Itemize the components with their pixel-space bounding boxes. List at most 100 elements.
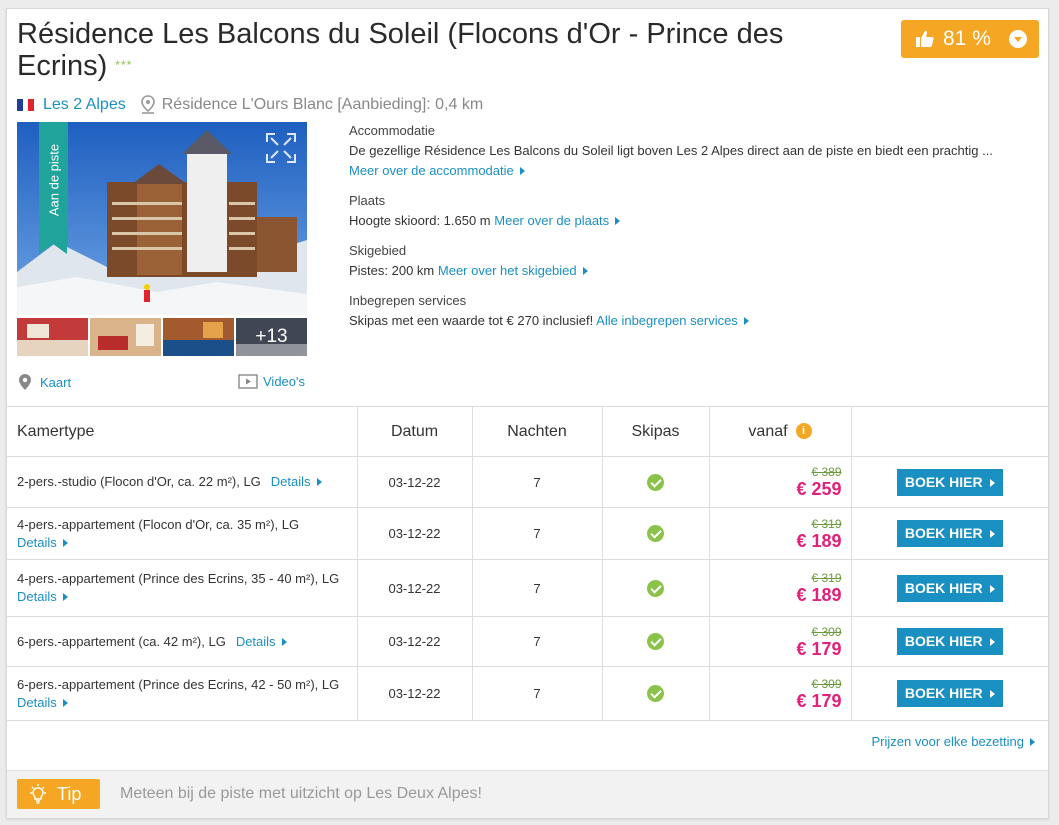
main-photo[interactable]: Aan de piste: [17, 122, 307, 315]
book-button-label[interactable]: BOEK HIER: [905, 685, 983, 701]
thumbnail-3[interactable]: [163, 318, 234, 356]
chevron-down-icon: [1009, 30, 1027, 48]
details-label[interactable]: Details: [17, 695, 57, 710]
room-type-name: 6-pers.-appartement (Prince des Ecrins, …: [17, 676, 340, 692]
fullscreen-icon[interactable]: [265, 132, 297, 164]
room-details-link[interactable]: Details: [17, 589, 68, 604]
caret-right-icon: [615, 217, 621, 225]
skipass-cell: [602, 507, 710, 560]
services-more-link[interactable]: Alle inbegrepen services: [596, 313, 738, 328]
header-from-label: vanaf: [748, 422, 788, 440]
old-price: € 309: [811, 676, 842, 691]
room-details-link[interactable]: Details: [271, 474, 322, 489]
booking-cell: BOEK HIER: [851, 559, 1048, 617]
room-type-name: 4-pers.-appartement (Flocon d'Or, ca. 35…: [17, 516, 300, 532]
services-heading: Inbegrepen services: [349, 293, 467, 308]
location-row: Les 2 Alpes Résidence L'Ours Blanc [Aanb…: [17, 95, 483, 115]
book-button[interactable]: BOEK HIER: [896, 680, 1003, 707]
room-nights: 7: [472, 666, 603, 721]
thumbnail-1[interactable]: [17, 318, 88, 356]
details-label[interactable]: Details: [17, 535, 57, 550]
details-label[interactable]: Details: [17, 589, 57, 604]
caret-right-icon: [582, 267, 588, 275]
video-play-icon: [238, 374, 258, 389]
booking-cell: BOEK HIER: [851, 507, 1048, 560]
videos-link[interactable]: Video's: [238, 374, 305, 389]
map-link-label[interactable]: Kaart: [40, 375, 71, 390]
prices-per-occupancy-link[interactable]: Prijzen voor elke bezetting: [872, 734, 1035, 749]
details-label[interactable]: Details: [271, 474, 311, 489]
book-button[interactable]: BOEK HIER: [896, 628, 1003, 655]
table-header-row: Kamertype Datum Nachten Skipas vanaf i: [7, 406, 1048, 457]
book-button-label[interactable]: BOEK HIER: [905, 580, 983, 596]
caret-right-icon: [62, 538, 68, 547]
room-details-link[interactable]: Details: [17, 535, 68, 550]
accommodation-info: Accommodatie De gezellige Résidence Les …: [349, 121, 1019, 341]
on-piste-ribbon: Aan de piste: [39, 122, 68, 254]
room-nights: 7: [472, 559, 603, 617]
thumbs-up-icon: [916, 30, 934, 47]
price-cell: € 309 € 179: [709, 616, 852, 667]
photo-thumbnails: +13: [17, 318, 307, 356]
new-price: € 189: [796, 585, 842, 605]
rating-percentage: 81 %: [943, 27, 991, 50]
thumbnail-4[interactable]: +13: [236, 318, 307, 356]
caret-right-icon: [989, 530, 995, 538]
place-altitude: Hoogte skioord: 1.650 m: [349, 213, 491, 228]
skipass-cell: [602, 616, 710, 667]
ski-area-more-link[interactable]: Meer over het skigebied: [438, 263, 577, 278]
room-nights: 7: [472, 456, 603, 508]
skipass-cell: [602, 666, 710, 721]
lightbulb-icon: [30, 784, 46, 804]
caret-right-icon: [281, 637, 287, 646]
info-services: Inbegrepen services Skipas met een waard…: [349, 291, 1019, 331]
media-links: Kaart Video's: [19, 374, 309, 394]
header-from-price: vanaf i: [709, 406, 852, 457]
book-button-label[interactable]: BOEK HIER: [905, 474, 983, 490]
living-room-image: [90, 318, 161, 356]
rating-dropdown[interactable]: 81 %: [901, 20, 1039, 58]
room-date: 03-12-22: [357, 507, 473, 560]
book-button[interactable]: BOEK HIER: [896, 468, 1003, 496]
prices-per-occupancy-label[interactable]: Prijzen voor elke bezetting: [872, 734, 1024, 749]
thumbnail-2[interactable]: [90, 318, 161, 356]
check-icon: [647, 633, 664, 651]
check-icon: [647, 685, 664, 703]
check-icon: [647, 579, 664, 597]
caret-right-icon: [989, 638, 995, 646]
map-pin-icon: [140, 95, 155, 114]
more-photos-count[interactable]: +13: [236, 318, 307, 356]
caret-right-icon: [62, 593, 68, 601]
room-date: 03-12-22: [357, 666, 473, 721]
header-room-type: Kamertype: [7, 406, 358, 457]
room-date: 03-12-22: [357, 616, 473, 667]
info-icon[interactable]: i: [795, 422, 812, 439]
book-button-label[interactable]: BOEK HIER: [905, 633, 983, 649]
videos-link-label[interactable]: Video's: [263, 374, 305, 389]
accommodation-title-text[interactable]: Résidence Les Balcons du Soleil (Flocons…: [17, 18, 783, 82]
book-button[interactable]: BOEK HIER: [896, 520, 1003, 547]
header-date: Datum: [357, 406, 473, 457]
price-cell: € 319 € 189: [709, 559, 852, 617]
room-type-cell: 6-pers.-appartement (ca. 42 m²), LG Detai…: [7, 616, 358, 667]
caret-right-icon: [519, 167, 525, 175]
old-price: € 309: [811, 624, 842, 639]
room-types-table: Kamertype Datum Nachten Skipas vanaf i 2-…: [7, 406, 1048, 721]
place-more-link[interactable]: Meer over de plaats: [494, 213, 609, 228]
book-button[interactable]: BOEK HIER: [896, 574, 1003, 602]
services-description: Skipas met een waarde tot € 270 inclusie…: [349, 313, 594, 328]
nearby-accommodation[interactable]: Résidence L'Ours Blanc [Aanbieding]: 0,4…: [162, 96, 483, 114]
map-link[interactable]: Kaart: [19, 374, 71, 390]
table-row: 6-pers.-appartement (Prince des Ecrins, …: [7, 666, 1048, 721]
book-button-label[interactable]: BOEK HIER: [905, 525, 983, 541]
location-link[interactable]: Les 2 Alpes: [43, 96, 126, 114]
accommodation-title[interactable]: Résidence Les Balcons du Soleil (Flocons…: [17, 19, 847, 82]
skipass-cell: [602, 456, 710, 508]
room-details-link[interactable]: Details: [236, 634, 287, 649]
details-label[interactable]: Details: [236, 634, 276, 649]
room-details-link[interactable]: Details: [17, 695, 68, 710]
info-ski-area: Skigebied Pistes: 200 km Meer over het s…: [349, 241, 1019, 281]
room-nights: 7: [472, 616, 603, 667]
new-price: € 179: [796, 638, 842, 659]
accommodation-more-link[interactable]: Meer over de accommodatie: [349, 163, 514, 178]
